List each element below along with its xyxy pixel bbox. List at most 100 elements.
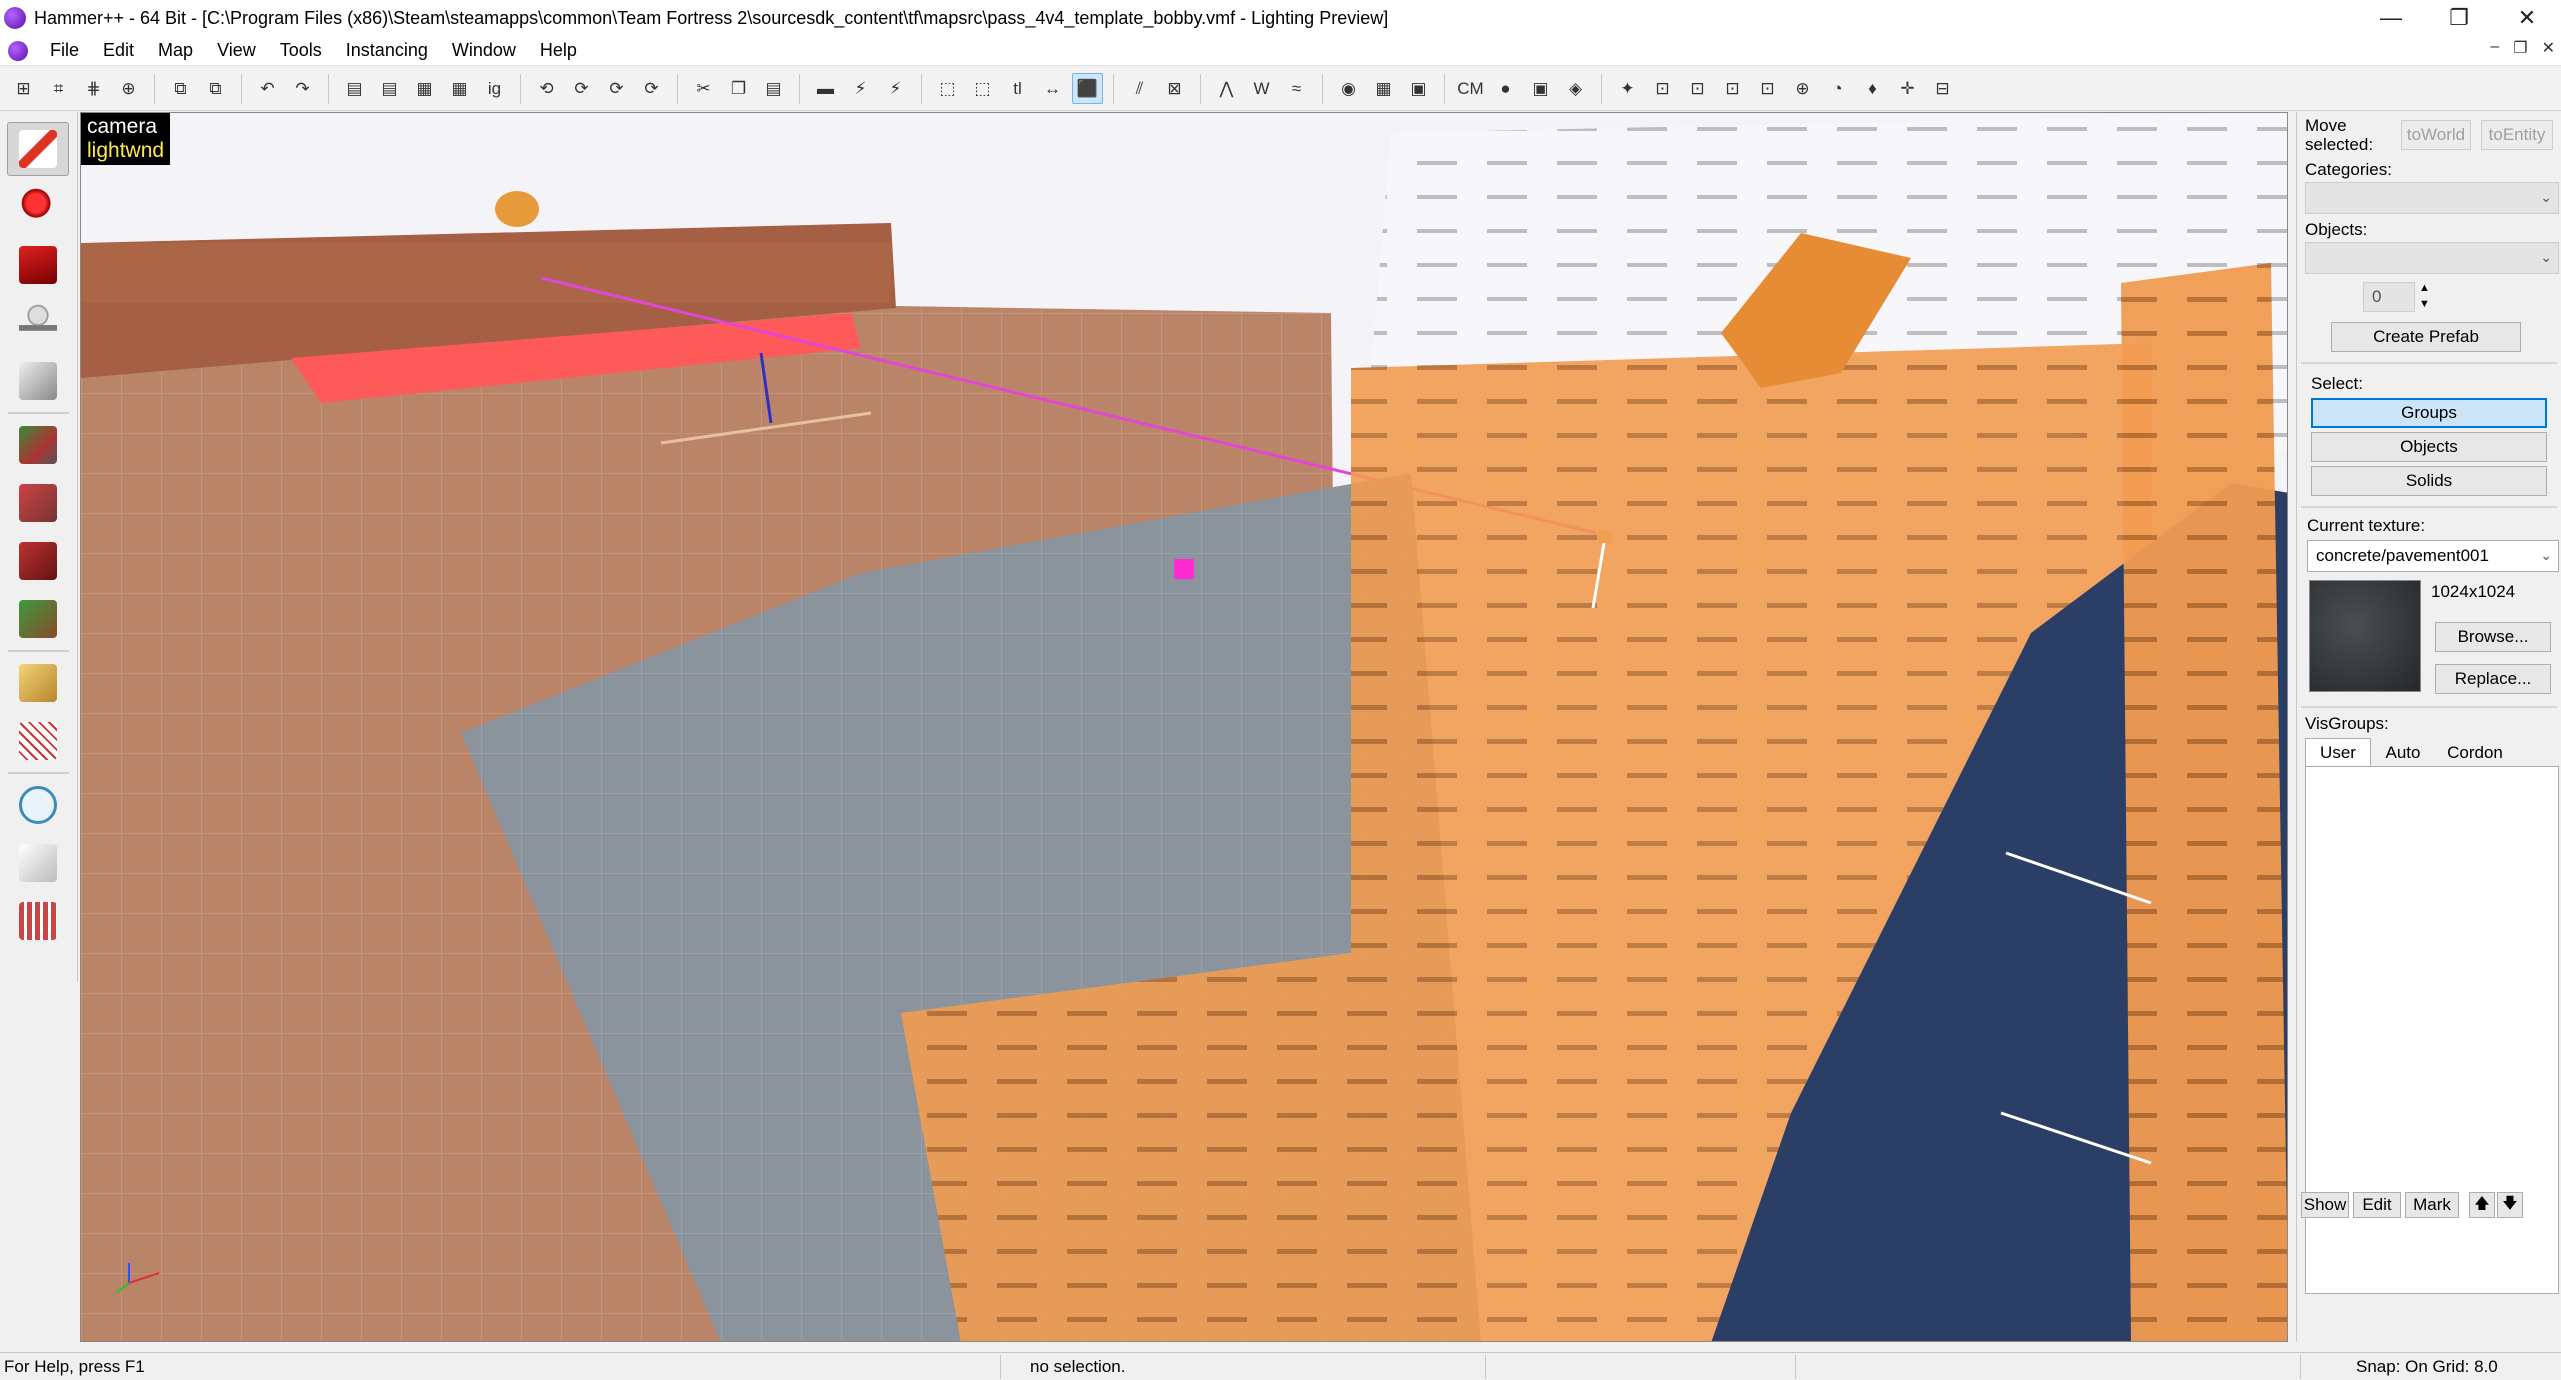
apply-texture-tool[interactable] (7, 476, 69, 530)
toolbar-button-6[interactable]: ↶ (252, 73, 283, 104)
replace-button[interactable]: Replace... (2435, 664, 2551, 694)
toolbar-button-5[interactable]: ⧉ (200, 73, 231, 104)
magnify-tool[interactable] (7, 180, 69, 234)
toolbar-button-8[interactable]: ▤ (339, 73, 370, 104)
toolbar-button-1[interactable]: ⌗ (43, 73, 74, 104)
select-groups-button[interactable]: Groups (2311, 398, 2547, 428)
clipping-tool[interactable] (7, 656, 69, 710)
block-tool[interactable] (7, 354, 69, 408)
count-field[interactable]: 0 (2363, 282, 2415, 312)
tab-user[interactable]: User (2305, 738, 2371, 766)
toolbar-button-16[interactable]: ⟳ (636, 73, 667, 104)
edit-button[interactable]: Edit (2353, 1192, 2401, 1218)
toolbar-button-44[interactable]: ⊡ (1752, 73, 1783, 104)
mdi-restore-button[interactable]: ❐ (2513, 38, 2527, 58)
toolbar-button-18[interactable]: ❐ (723, 73, 754, 104)
path-tool[interactable] (7, 778, 69, 832)
select-solids-button[interactable]: Solids (2311, 466, 2547, 496)
toolbar-button-38[interactable]: ▣ (1525, 73, 1556, 104)
toolbar-button-46[interactable]: ◔ (1822, 73, 1853, 104)
toolbar-button-21[interactable]: ⚡ (845, 73, 876, 104)
toolbar-button-15[interactable]: ⟳ (601, 73, 632, 104)
toolbar-button-12[interactable]: ig (479, 73, 510, 104)
toolbar-button-13[interactable]: ⟲ (531, 73, 562, 104)
to-entity-button[interactable]: toEntity (2481, 120, 2553, 150)
toolbar-button-43[interactable]: ⊡ (1717, 73, 1748, 104)
toolbar-button-3[interactable]: ⊕ (113, 73, 144, 104)
menu-window[interactable]: Window (440, 40, 528, 61)
entity-tool[interactable] (7, 296, 69, 350)
menu-edit[interactable]: Edit (91, 40, 146, 61)
to-world-button[interactable]: toWorld (2401, 120, 2471, 150)
menu-help[interactable]: Help (528, 40, 589, 61)
toolbar-button-25[interactable]: tl (1002, 73, 1033, 104)
toolbar-button-7[interactable]: ↷ (287, 73, 318, 104)
3d-viewport[interactable]: camera lightwnd (80, 112, 2288, 1342)
toolbar-button-19[interactable]: ▤ (758, 73, 789, 104)
tab-cordon[interactable]: Cordon (2435, 740, 2515, 766)
toolbar-button-9[interactable]: ▤ (374, 73, 405, 104)
vertex-tool[interactable] (7, 714, 69, 768)
toolbar-button-11[interactable]: ▦ (444, 73, 475, 104)
toolbar-button-14[interactable]: ⟳ (566, 73, 597, 104)
sculpt-tool[interactable] (7, 894, 69, 948)
selection-tool[interactable] (7, 122, 69, 176)
toolbar-button-20[interactable]: ▬ (810, 73, 841, 104)
toolbar-button-49[interactable]: ⊟ (1927, 73, 1958, 104)
toolbar-button-36[interactable]: CM (1455, 73, 1486, 104)
toolbar-button-23[interactable]: ⬚ (932, 73, 963, 104)
toolbar-button-35[interactable]: ▣ (1403, 73, 1434, 104)
camera-label[interactable]: camera (87, 115, 164, 139)
toolbar-button-47[interactable]: ♦ (1857, 73, 1888, 104)
toolbar-button-24[interactable]: ⬚ (967, 73, 998, 104)
select-objects-button[interactable]: Objects (2311, 432, 2547, 462)
camera-tool[interactable] (7, 238, 69, 292)
minimize-button[interactable]: — (2357, 0, 2425, 36)
toolbar-button-26[interactable]: ↔ (1037, 73, 1068, 104)
toolbar-button-22[interactable]: ⚡ (880, 73, 911, 104)
close-button[interactable]: ✕ (2493, 0, 2561, 36)
render-mode-label[interactable]: lightwnd (87, 139, 164, 163)
toolbar-button-2[interactable]: ⋕ (78, 73, 109, 104)
move-down-button[interactable]: 🡇 (2497, 1192, 2523, 1218)
toolbar-button-42[interactable]: ⊡ (1682, 73, 1713, 104)
toolbar-button-32[interactable]: ≈ (1281, 73, 1312, 104)
tab-auto[interactable]: Auto (2373, 740, 2433, 766)
toolbar-button-10[interactable]: ▦ (409, 73, 440, 104)
toolbar-button-30[interactable]: ⋀ (1211, 73, 1242, 104)
menu-instancing[interactable]: Instancing (334, 40, 440, 61)
count-spinner[interactable]: ▲ ▼ (2419, 280, 2430, 312)
show-button[interactable]: Show (2301, 1192, 2349, 1218)
toolbar-button-34[interactable]: ▦ (1368, 73, 1399, 104)
maximize-button[interactable]: ❐ (2425, 0, 2493, 36)
document-icon[interactable] (8, 40, 28, 61)
current-texture-dropdown[interactable]: concrete/pavement001 ⌄ (2307, 540, 2559, 572)
mark-button[interactable]: Mark (2405, 1192, 2459, 1218)
categories-dropdown[interactable]: ⌄ (2305, 182, 2559, 214)
mdi-close-button[interactable]: ✕ (2542, 38, 2555, 58)
toolbar-button-0[interactable]: ⊞ (8, 73, 39, 104)
toolbar-button-39[interactable]: ◈ (1560, 73, 1591, 104)
move-up-button[interactable]: 🡅 (2469, 1192, 2495, 1218)
mdi-minimize-button[interactable]: – (2490, 38, 2499, 58)
toolbar-button-45[interactable]: ⊕ (1787, 73, 1818, 104)
decal-tool[interactable] (7, 534, 69, 588)
objects-dropdown[interactable]: ⌄ (2305, 242, 2559, 274)
menu-view[interactable]: View (205, 40, 268, 61)
toolbar-button-4[interactable]: ⧉ (165, 73, 196, 104)
texture-tool[interactable] (7, 418, 69, 472)
menu-tools[interactable]: Tools (268, 40, 334, 61)
create-prefab-button[interactable]: Create Prefab (2331, 322, 2521, 352)
toolbar-button-27[interactable]: ⬛ (1072, 73, 1103, 104)
toolbar-button-29[interactable]: ⊠ (1159, 73, 1190, 104)
toolbar-button-28[interactable]: ⫽ (1124, 73, 1155, 104)
toolbar-button-17[interactable]: ✂ (688, 73, 719, 104)
toolbar-button-48[interactable]: ✛ (1892, 73, 1923, 104)
menu-map[interactable]: Map (146, 40, 205, 61)
toolbar-button-37[interactable]: ● (1490, 73, 1521, 104)
toolbar-button-41[interactable]: ⊡ (1647, 73, 1678, 104)
overlay-tool[interactable] (7, 592, 69, 646)
toolbar-button-31[interactable]: W (1246, 73, 1277, 104)
toolbar-button-40[interactable]: ✦ (1612, 73, 1643, 104)
browse-button[interactable]: Browse... (2435, 622, 2551, 652)
